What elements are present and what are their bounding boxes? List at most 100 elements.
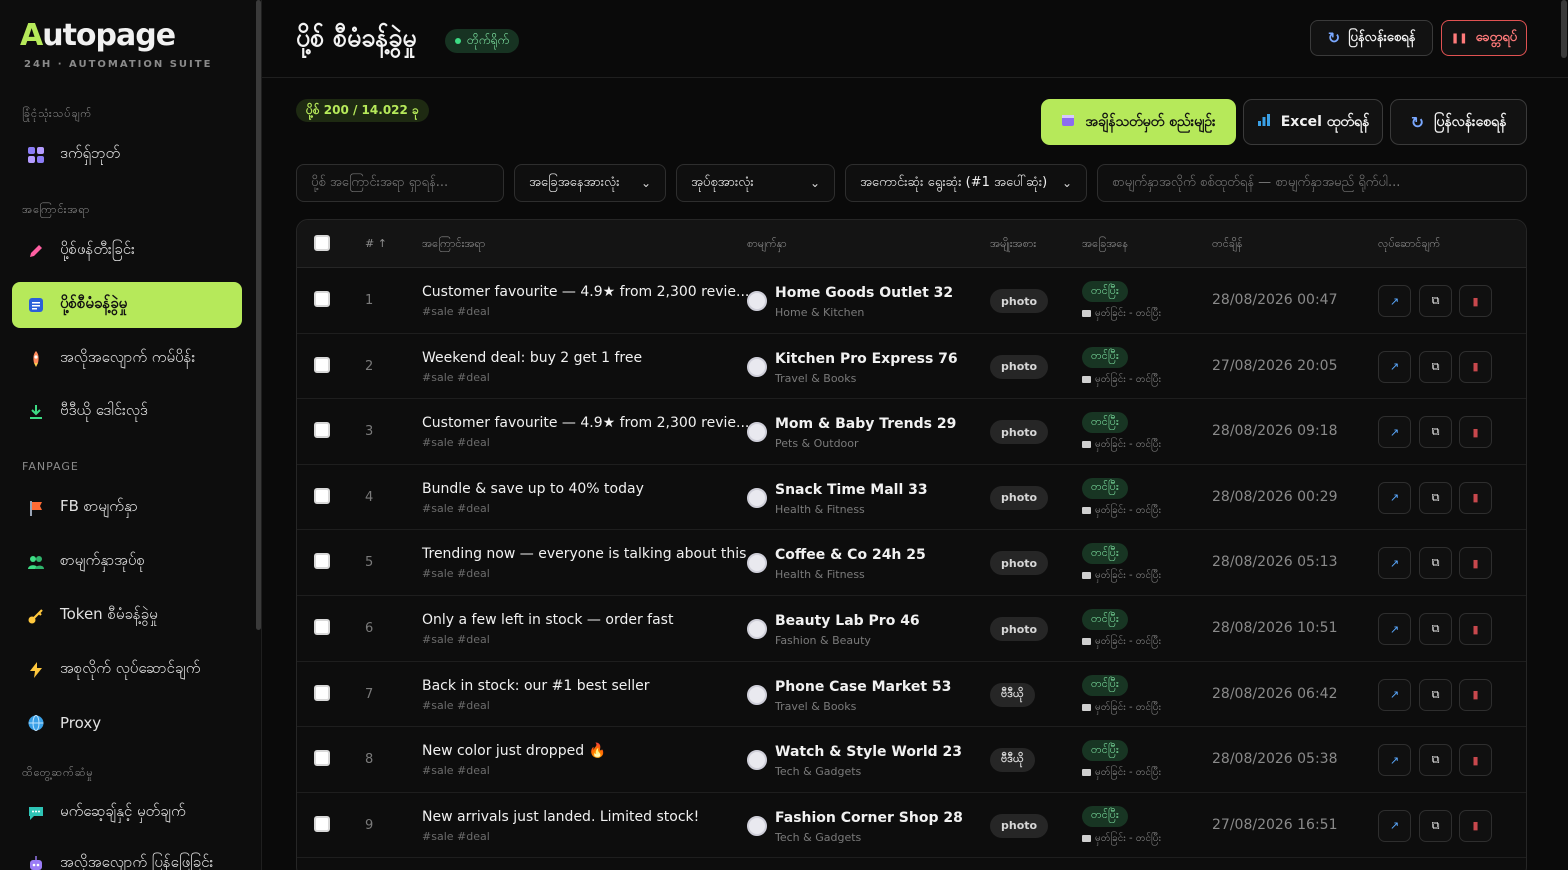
open-link-button[interactable]: ↗ — [1378, 744, 1411, 777]
table-row[interactable]: 6 Only a few left in stock — order fast #s… — [297, 596, 1526, 662]
schedule-rules-button[interactable]: အချိန်သတ်မှတ် စည်းမျဉ်း — [1041, 99, 1236, 145]
page-name[interactable]: Coffee & Co 24h 25 — [775, 547, 926, 563]
trash-icon: ▮ — [1472, 425, 1479, 439]
duplicate-button[interactable]: ⧉ — [1419, 809, 1452, 842]
duplicate-button[interactable]: ⧉ — [1419, 285, 1452, 317]
pause-button[interactable]: ❚❚ ခေတ္တရပ် — [1441, 20, 1527, 56]
sidebar-item-auto-campaign[interactable]: အလိုအလျောက် ကမ်ပိန်း — [12, 336, 242, 382]
duplicate-button[interactable]: ⧉ — [1419, 547, 1452, 580]
status-badge: တင်ပြီး — [1082, 740, 1128, 762]
open-link-button[interactable]: ↗ — [1378, 285, 1411, 317]
delete-button[interactable]: ▮ — [1459, 744, 1492, 777]
delete-button[interactable]: ▮ — [1459, 416, 1492, 449]
table-row[interactable]: 9 New arrivals just landed. Limited stock… — [297, 793, 1526, 859]
search-input[interactable]: ပို့စ် အကြောင်းအရာ ရှာရန်... — [296, 164, 504, 202]
duplicate-button[interactable]: ⧉ — [1419, 744, 1452, 777]
export-excel-button[interactable]: Excel ထုတ်ရန် — [1243, 99, 1383, 145]
page-filter-input[interactable]: စာမျက်နှာအလိုက် စစ်ထုတ်ရန် — စာမျက်နှာအမ… — [1097, 164, 1527, 202]
header-refresh-button[interactable]: ↻ ပြန်လန်းစေရန် — [1310, 20, 1433, 56]
row-checkbox[interactable] — [314, 291, 330, 307]
sidebar-scrollbar[interactable] — [256, 0, 261, 630]
page-name[interactable]: Mom & Baby Trends 29 — [775, 416, 956, 432]
open-link-button[interactable]: ↗ — [1378, 547, 1411, 580]
duplicate-button[interactable]: ⧉ — [1419, 416, 1452, 449]
page-name[interactable]: Fashion Corner Shop 28 — [775, 810, 963, 826]
delete-button[interactable]: ▮ — [1459, 809, 1492, 842]
table-row[interactable]: 1 Customer favourite — 4.9★ from 2,300 re… — [297, 268, 1526, 334]
post-content[interactable]: Trending now — everyone is talking about… — [422, 546, 746, 562]
duplicate-button[interactable]: ⧉ — [1419, 678, 1452, 711]
sidebar-item-auto-reply[interactable]: အလိုအလျောက် ပြန်ဖြေခြင်း — [12, 841, 242, 870]
row-checkbox[interactable] — [314, 750, 330, 767]
page-name[interactable]: Home Goods Outlet 32 — [775, 285, 953, 301]
external-link-icon: ↗ — [1389, 425, 1400, 439]
table-row[interactable]: 8 New color just dropped 🔥 #sale #deal Watc… — [297, 727, 1526, 793]
select-all-checkbox[interactable] — [314, 235, 330, 251]
toolbar-refresh-button[interactable]: ↻ ပြန်လန်းစေရန် — [1390, 99, 1527, 145]
duplicate-button[interactable]: ⧉ — [1419, 481, 1452, 514]
post-content[interactable]: Only a few left in stock — order fast — [422, 612, 673, 628]
sidebar-item-label: Token စီမံခန့်ခွဲမှု — [60, 605, 158, 623]
sidebar-item-messages-comments[interactable]: မက်ဆေ့ချ်နှင့် မှတ်ချက် — [12, 790, 242, 836]
row-checkbox[interactable] — [314, 422, 330, 439]
table-row[interactable]: 5 Trending now — everyone is talking abou… — [297, 530, 1526, 596]
delete-button[interactable]: ▮ — [1459, 547, 1492, 580]
post-content[interactable]: New color just dropped 🔥 — [422, 743, 606, 759]
post-content[interactable]: Bundle & save up to 40% today — [422, 481, 644, 497]
row-checkbox[interactable] — [314, 619, 330, 635]
sidebar-item-create-post[interactable]: ပို့စ်ဖန်တီးခြင်း — [12, 228, 242, 274]
delete-button[interactable]: ▮ — [1459, 481, 1492, 514]
post-content[interactable]: Customer favourite — 4.9★ from 2,300 rev… — [422, 415, 749, 431]
app-logo[interactable]: Autopage — [20, 18, 176, 53]
group-select[interactable]: အုပ်စုအားလုံး ⌄ — [676, 164, 835, 202]
open-link-button[interactable]: ↗ — [1378, 809, 1411, 842]
column-header-number[interactable]: # ↑ — [365, 237, 387, 250]
table-row[interactable]: 3 Customer favourite — 4.9★ from 2,300 re… — [297, 399, 1526, 465]
row-checkbox[interactable] — [314, 487, 330, 504]
row-checkbox[interactable] — [314, 684, 330, 701]
page-name[interactable]: Watch & Style World 23 — [775, 744, 962, 760]
sidebar-item-token-management[interactable]: Token စီမံခန့်ခွဲမှု — [12, 593, 242, 639]
sidebar-item-bulk-actions[interactable]: အစုလိုက် လုပ်ဆောင်ချက် — [12, 647, 242, 693]
page-name[interactable]: Snack Time Mall 33 — [775, 482, 928, 498]
delete-button[interactable]: ▮ — [1459, 285, 1492, 317]
status-select[interactable]: အခြေအနေအားလုံး ⌄ — [514, 164, 666, 202]
type-badge: ဗီဒီယို — [990, 682, 1035, 707]
delete-button[interactable]: ▮ — [1459, 613, 1492, 645]
sidebar-item-fb-pages[interactable]: FB စာမျက်နှာ — [12, 485, 242, 531]
duplicate-button[interactable]: ⧉ — [1419, 350, 1452, 383]
sidebar-item-page-groups[interactable]: စာမျက်နှာအုပ်စု — [12, 539, 242, 585]
table-row[interactable]: 7 Back in stock: our #1 best seller #sale … — [297, 662, 1526, 728]
page-name[interactable]: Kitchen Pro Express 76 — [775, 351, 958, 367]
open-link-button[interactable]: ↗ — [1378, 416, 1411, 449]
trash-icon: ▮ — [1472, 491, 1479, 505]
users-icon — [26, 552, 46, 572]
delete-button[interactable]: ▮ — [1459, 350, 1492, 383]
row-checkbox[interactable] — [314, 356, 330, 373]
open-link-button[interactable]: ↗ — [1378, 613, 1411, 645]
row-number: 6 — [365, 621, 374, 636]
table-row[interactable]: 4 Bundle & save up to 40% today #sale #dea… — [297, 465, 1526, 531]
sidebar-item-dashboard[interactable]: ဒက်ရှ်ဘုတ် — [12, 132, 242, 178]
sidebar-item-video-download[interactable]: ဗီဒီယို ဒေါင်းလုဒ် — [12, 389, 242, 435]
open-link-button[interactable]: ↗ — [1378, 678, 1411, 711]
page-name[interactable]: Beauty Lab Pro 46 — [775, 613, 920, 629]
post-content[interactable]: Customer favourite — 4.9★ from 2,300 rev… — [422, 284, 749, 300]
row-checkbox[interactable] — [314, 553, 330, 570]
column-header-actions: လုပ်ဆောင်ချက် — [1378, 237, 1441, 250]
open-link-button[interactable]: ↗ — [1378, 350, 1411, 383]
sort-select[interactable]: အကောင်းဆုံး ရွေးဆုံး (#1 အပေါ်ဆုံး) ⌄ — [845, 164, 1087, 202]
open-link-button[interactable]: ↗ — [1378, 481, 1411, 514]
table-row[interactable]: 2 Weekend deal: buy 2 get 1 free #sale #de… — [297, 334, 1526, 400]
duplicate-button[interactable]: ⧉ — [1419, 613, 1452, 645]
post-content[interactable]: Weekend deal: buy 2 get 1 free — [422, 350, 642, 366]
sidebar-item-post-management[interactable]: ပို့စ်စီမံခန့်ခွဲမှု — [12, 282, 242, 328]
refresh-icon: ↻ — [1410, 112, 1425, 132]
post-content[interactable]: New arrivals just landed. Limited stock! — [422, 809, 699, 825]
post-content[interactable]: Back in stock: our #1 best seller — [422, 678, 650, 694]
row-checkbox[interactable] — [314, 815, 330, 832]
delete-button[interactable]: ▮ — [1459, 678, 1492, 711]
page-scrollbar[interactable] — [1561, 0, 1567, 58]
sidebar-item-proxy[interactable]: Proxy — [12, 700, 242, 746]
page-name[interactable]: Phone Case Market 53 — [775, 679, 951, 695]
